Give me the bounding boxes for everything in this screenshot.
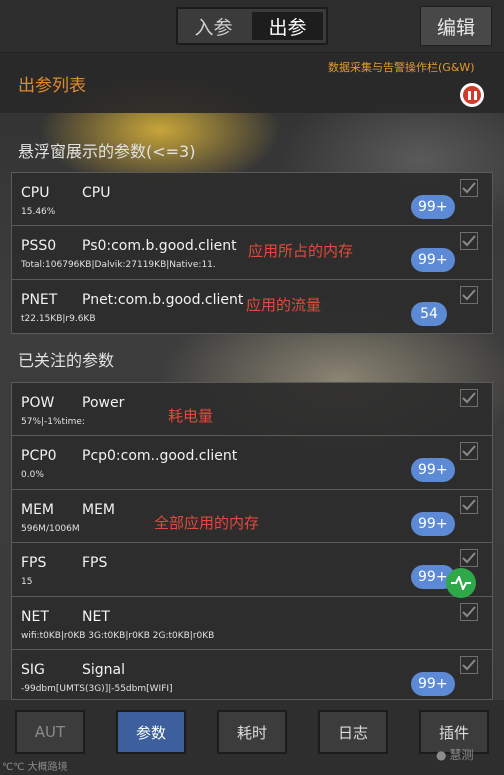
checkbox-checked-icon[interactable] [460, 232, 478, 251]
param-value: t22.15KB|r9.6KB [21, 313, 96, 324]
annotation-note: 全部应用的内存 [154, 513, 260, 532]
checkbox-checked-icon[interactable] [460, 655, 478, 674]
param-value: Total:106796KB|Dalvik:27119KB|Native:11. [21, 260, 216, 271]
alert-count-badge[interactable]: 99+ [411, 458, 455, 483]
floating-monitor-button[interactable] [446, 568, 476, 598]
param-value: 57%|-1%time: [21, 417, 85, 427]
annotation-note: 应用所占的内存 [248, 242, 354, 261]
wechat-icon: ● [436, 747, 447, 762]
tab-logs[interactable]: 日志 [318, 710, 388, 754]
tab-input-params[interactable]: 入参 [178, 9, 249, 43]
param-value: 15.46% [21, 207, 56, 217]
checkbox-checked-icon[interactable] [460, 389, 478, 407]
edit-button[interactable]: 编辑 [420, 6, 492, 46]
param-value: 15 [21, 577, 33, 588]
checkbox-checked-icon[interactable] [460, 602, 478, 621]
tab-aut[interactable]: AUT [15, 710, 85, 754]
param-name: CPU [82, 185, 111, 201]
section-followed-title: 已关注的参数 [18, 351, 115, 370]
param-row[interactable]: NET NET wifi:t0KB|r0KB 3G:t0KB|r0KB 2G:t0K… [12, 597, 492, 650]
param-row[interactable]: CPU CPU 15.46% 99+ [12, 173, 492, 227]
checkbox-checked-icon[interactable] [460, 285, 478, 304]
param-code: PCP0 [21, 448, 57, 465]
annotation-note: 应用的流量 [246, 295, 322, 314]
param-code: POW [21, 395, 55, 411]
checkbox-checked-icon[interactable] [460, 495, 478, 514]
param-code: FPS [21, 555, 47, 572]
param-row[interactable]: PNET Pnet:com.b.good.client t22.15KB|r9.6K… [12, 280, 492, 333]
param-value: 596M/1006M [21, 523, 80, 534]
param-value: -99dbm[UMTS(3G)]|-55dbm[WIFI] [21, 683, 173, 694]
tab-time-cost[interactable]: 耗时 [217, 710, 287, 754]
param-code: NET [21, 608, 49, 625]
param-code: PNET [21, 291, 58, 308]
param-code: MEM [21, 501, 55, 518]
param-name: FPS [82, 555, 108, 572]
param-name: Power [82, 395, 125, 411]
tab-output-params[interactable]: 出参 [252, 12, 323, 40]
bottom-nav: AUT 参数 耗时 日志 插件 [0, 700, 504, 775]
watermark-right: ● 慧测 [436, 746, 474, 763]
top-bar: 入参 出参 编辑 [0, 0, 504, 53]
alert-count-badge[interactable]: 99+ [411, 671, 455, 696]
param-row[interactable]: FPS FPS 15 99+ [12, 543, 492, 597]
checkbox-checked-icon[interactable] [460, 179, 478, 197]
alert-count-badge[interactable]: 99+ [411, 195, 455, 219]
param-row[interactable]: PSS0 Ps0:com.b.good.client Total:106796KB|… [12, 226, 492, 280]
page-title: 出参列表 [18, 76, 86, 96]
checkbox-checked-icon[interactable] [460, 549, 478, 568]
ops-bar-label: 数据采集与告警操作栏(G&W) [328, 61, 475, 74]
alert-count-badge[interactable]: 54 [411, 301, 447, 326]
param-name: Ps0:com.b.good.client [82, 238, 237, 255]
annotation-note: 耗电量 [168, 407, 214, 425]
watermark-left: ℃℃ 大概路境 [2, 762, 68, 773]
param-name: MEM [82, 501, 116, 518]
pause-icon[interactable] [460, 83, 484, 107]
param-name: Pcp0:com..good.client [82, 448, 238, 465]
list-header: 出参列表 数据采集与告警操作栏(G&W) [0, 53, 504, 113]
param-code: CPU [21, 185, 50, 201]
param-value: 0.0% [21, 470, 44, 481]
param-name: Pnet:com.b.good.client [82, 291, 244, 308]
checkbox-checked-icon[interactable] [460, 442, 478, 461]
param-code: SIG [21, 661, 45, 678]
param-row[interactable]: SIG Signal -99dbm[UMTS(3G)]|-55dbm[WIFI] 99… [12, 650, 492, 699]
tab-params[interactable]: 参数 [116, 710, 186, 754]
alert-count-badge[interactable]: 99+ [411, 511, 455, 536]
section-floating-title: 悬浮窗展示的参数(<=3) [18, 142, 196, 161]
param-row[interactable]: MEM MEM 596M/1006M 全部应用的内存 99+ [12, 490, 492, 544]
followed-param-list: POW Power 57%|-1%time: 耗电量 PCP0 Pcp0:com..goo… [11, 382, 493, 700]
param-type-switch: 入参 出参 [176, 7, 328, 45]
param-name: NET [82, 608, 110, 625]
alert-count-badge[interactable]: 99+ [411, 248, 455, 273]
param-code: PSS0 [21, 238, 57, 255]
param-row[interactable]: PCP0 Pcp0:com..good.client 0.0% 99+ [12, 436, 492, 490]
pulse-icon [451, 576, 471, 590]
param-value: wifi:t0KB|r0KB 3G:t0KB|r0KB 2G:t0KB|r0KB [21, 630, 215, 641]
floating-param-list: CPU CPU 15.46% 99+ PSS0 Ps0:com.b.good.client… [11, 172, 493, 335]
param-row[interactable]: POW Power 57%|-1%time: 耗电量 [12, 383, 492, 437]
watermark-right-text: 慧测 [449, 748, 474, 762]
param-name: Signal [82, 661, 126, 678]
